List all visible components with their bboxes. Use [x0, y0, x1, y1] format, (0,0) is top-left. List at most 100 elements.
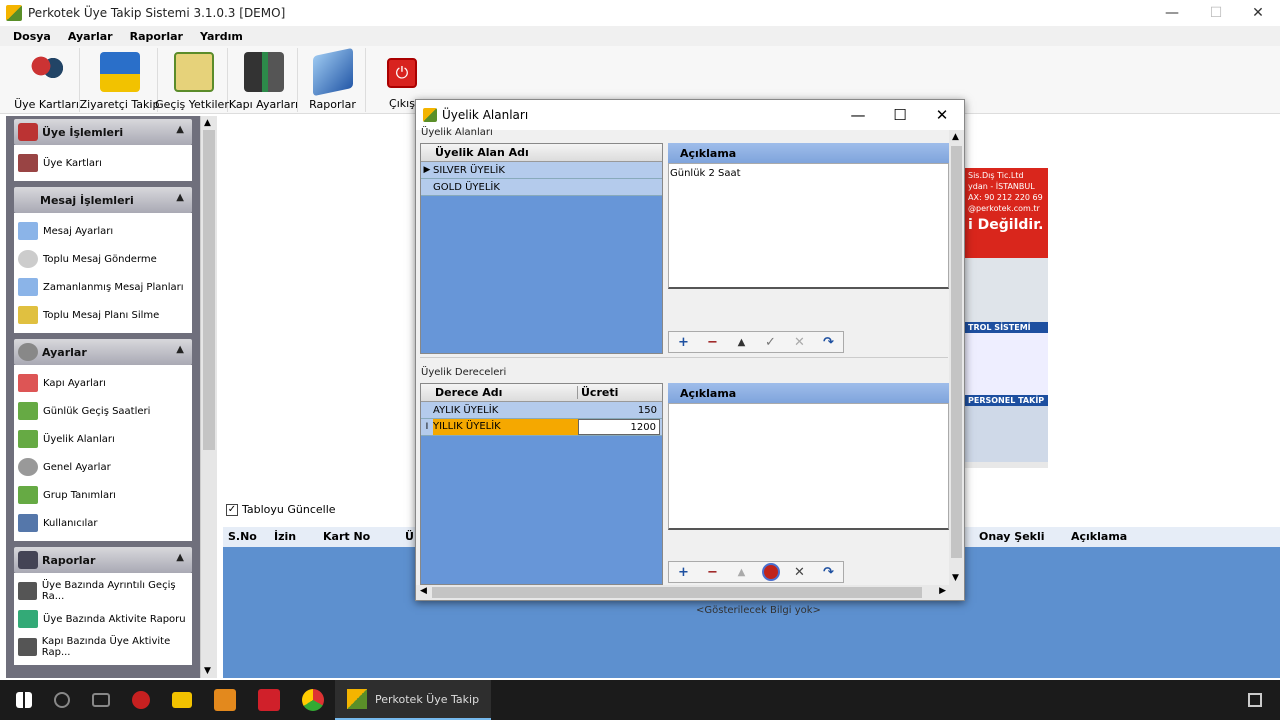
notification-icon[interactable] [1248, 693, 1262, 707]
refresh-icon[interactable]: ↷ [814, 562, 843, 582]
maximize-button[interactable]: ☐ [1194, 0, 1238, 26]
reports-button[interactable]: Raporlar [300, 47, 366, 112]
cancel-icon[interactable]: ✕ [785, 562, 814, 582]
description-field[interactable] [668, 403, 949, 530]
table-row-editing[interactable]: I YILLIK ÜYELİK 1200 [421, 419, 662, 436]
scroll-down-icon[interactable]: ▼ [952, 573, 959, 583]
huawei-icon[interactable] [258, 689, 280, 711]
remove-icon[interactable]: − [698, 332, 727, 352]
checklist-icon [18, 486, 38, 504]
description-field[interactable]: Günlük 2 Saat [668, 163, 949, 289]
col-approval[interactable]: Onay Şekli [979, 530, 1045, 543]
chrome-icon[interactable] [302, 689, 324, 711]
group-settings[interactable]: Ayarlar ▲ [14, 339, 192, 365]
dialog-close-button[interactable]: ✕ [922, 102, 962, 128]
scroll-down-icon[interactable]: ▼ [204, 666, 211, 676]
search-icon[interactable] [54, 692, 70, 708]
sidebar-item-door-settings[interactable]: Kapı Ayarları [14, 369, 192, 397]
membership-levels-grid: Derece Adı Ücreti AYLIK ÜYELİK 150 I YILLIK… [420, 383, 663, 585]
scroll-right-icon[interactable]: ▶ [939, 586, 946, 596]
sidebar-scrollbar[interactable]: ▲ ▼ [200, 116, 217, 678]
refresh-icon[interactable]: ↷ [814, 332, 843, 352]
group-member-ops[interactable]: Üye İşlemleri ▲ [14, 119, 192, 145]
group-message-ops[interactable]: Mesaj İşlemleri ▲ [14, 187, 192, 213]
remove-icon[interactable]: − [698, 562, 727, 582]
table-row[interactable]: GOLD ÜYELİK [421, 179, 662, 196]
table-row[interactable]: ▶ SILVER ÜYELİK [421, 162, 662, 179]
record-app-icon[interactable] [132, 691, 150, 709]
col-card-no[interactable]: Kart No [323, 530, 370, 543]
collapse-icon[interactable]: ▲ [176, 192, 184, 203]
add-icon[interactable]: + [669, 562, 698, 582]
scroll-up-icon[interactable]: ▲ [204, 118, 211, 128]
section-membership-levels: Üyelik Dereceleri [421, 367, 507, 378]
scroll-thumb[interactable] [203, 130, 215, 450]
group-reports[interactable]: Raporlar ▲ [14, 547, 192, 573]
menu-settings[interactable]: Ayarlar [68, 30, 113, 43]
refresh-table-checkbox[interactable]: ✓ Tabloyu Güncelle [226, 503, 336, 516]
scroll-up-icon[interactable]: ▲ [952, 132, 959, 142]
confirm-button[interactable] [756, 562, 785, 582]
sidebar-item-group-definitions[interactable]: Grup Tanımları [14, 481, 192, 509]
door-settings-button[interactable]: Kapı Ayarları [229, 48, 298, 112]
dialog-minimize-button[interactable]: — [838, 102, 878, 128]
col-area-name[interactable]: Üyelik Alan Adı [433, 146, 529, 159]
close-button[interactable]: ✕ [1236, 0, 1280, 26]
up-icon[interactable]: ▲ [727, 332, 756, 352]
collapse-icon[interactable]: ▲ [176, 344, 184, 355]
app-icon[interactable] [214, 689, 236, 711]
collapse-icon[interactable]: ▲ [176, 124, 184, 135]
dialog-vertical-scrollbar[interactable]: ▲ ▼ [949, 130, 964, 585]
windows-start-icon[interactable] [16, 692, 32, 708]
table-row[interactable]: AYLIK ÜYELİK 150 [421, 402, 662, 419]
up-icon[interactable]: ▲ [727, 562, 756, 582]
sidebar-item-users[interactable]: Kullanıcılar [14, 509, 192, 537]
col-member[interactable]: Ü [405, 530, 414, 543]
scroll-thumb[interactable] [432, 587, 922, 598]
col-level-name[interactable]: Derece Adı [433, 386, 578, 399]
sidebar-item-door-activity-report[interactable]: Kapı Bazında Üye Aktivite Rap... [14, 633, 192, 661]
scroll-thumb[interactable] [951, 146, 962, 558]
menu-file[interactable]: Dosya [13, 30, 51, 43]
gear-icon [18, 343, 38, 361]
member-cards-button[interactable]: Üye Kartları [14, 48, 80, 112]
sidebar-item-member-cards[interactable]: Üye Kartları [14, 149, 192, 177]
collapse-icon[interactable]: ▲ [176, 552, 184, 563]
sidebar-item-delete-plan[interactable]: Toplu Mesaj Planı Silme [14, 301, 192, 329]
checklist-icon [18, 430, 38, 448]
sidebar: Üye İşlemleri ▲ Üye Kartları Mesaj İşlem… [6, 116, 200, 678]
report-icon [18, 638, 37, 656]
minimize-button[interactable]: — [1150, 0, 1194, 26]
sidebar-item-membership-areas[interactable]: Üyelik Alanları [14, 425, 192, 453]
sidebar-item-general-settings[interactable]: Genel Ayarlar [14, 453, 192, 481]
sidebar-item-scheduled-plans[interactable]: Zamanlanmış Mesaj Planları [14, 273, 192, 301]
check-icon[interactable]: ✓ [756, 332, 785, 352]
col-description[interactable]: Açıklama [1071, 530, 1127, 543]
edit-cursor-icon: I [425, 422, 429, 432]
sidebar-item-member-activity-report[interactable]: Üye Bazında Aktivite Raporu [14, 605, 192, 633]
col-permission[interactable]: İzin [274, 530, 296, 543]
sidebar-item-daily-hours[interactable]: Günlük Geçiş Saatleri [14, 397, 192, 425]
task-view-icon[interactable] [92, 693, 110, 707]
menu-help[interactable]: Yardım [200, 30, 243, 43]
folder-icon[interactable] [172, 692, 192, 708]
membership-areas-dialog: Üyelik Alanları — ☐ ✕ Üyelik Alanları Üy… [415, 99, 965, 601]
app-icon [423, 108, 437, 122]
add-icon[interactable]: + [669, 332, 698, 352]
scroll-left-icon[interactable]: ◀ [420, 586, 427, 596]
dialog-title: Üyelik Alanları [442, 108, 529, 122]
cancel-icon[interactable]: ✕ [785, 332, 814, 352]
taskbar-app-perkotek[interactable]: Perkotek Üye Takip [335, 680, 492, 720]
dialog-horizontal-scrollbar[interactable]: ◀ ▶ [416, 585, 964, 600]
users-icon [18, 514, 38, 532]
sidebar-item-bulk-message[interactable]: Toplu Mesaj Gönderme [14, 245, 192, 273]
access-rights-button[interactable]: Geçiş Yetkileri [155, 48, 232, 112]
sidebar-item-detailed-pass-report[interactable]: Üye Bazında Ayrıntılı Geçiş Ra... [14, 577, 192, 605]
description-header: Açıklama [668, 143, 949, 163]
menu-reports[interactable]: Raporlar [130, 30, 183, 43]
dialog-maximize-button[interactable]: ☐ [880, 102, 920, 128]
visitor-tracking-button[interactable]: Ziyaretçi Takip [80, 48, 159, 112]
sidebar-item-message-settings[interactable]: Mesaj Ayarları [14, 217, 192, 245]
col-fee[interactable]: Ücreti [578, 386, 618, 399]
col-sno[interactable]: S.No [228, 530, 257, 543]
